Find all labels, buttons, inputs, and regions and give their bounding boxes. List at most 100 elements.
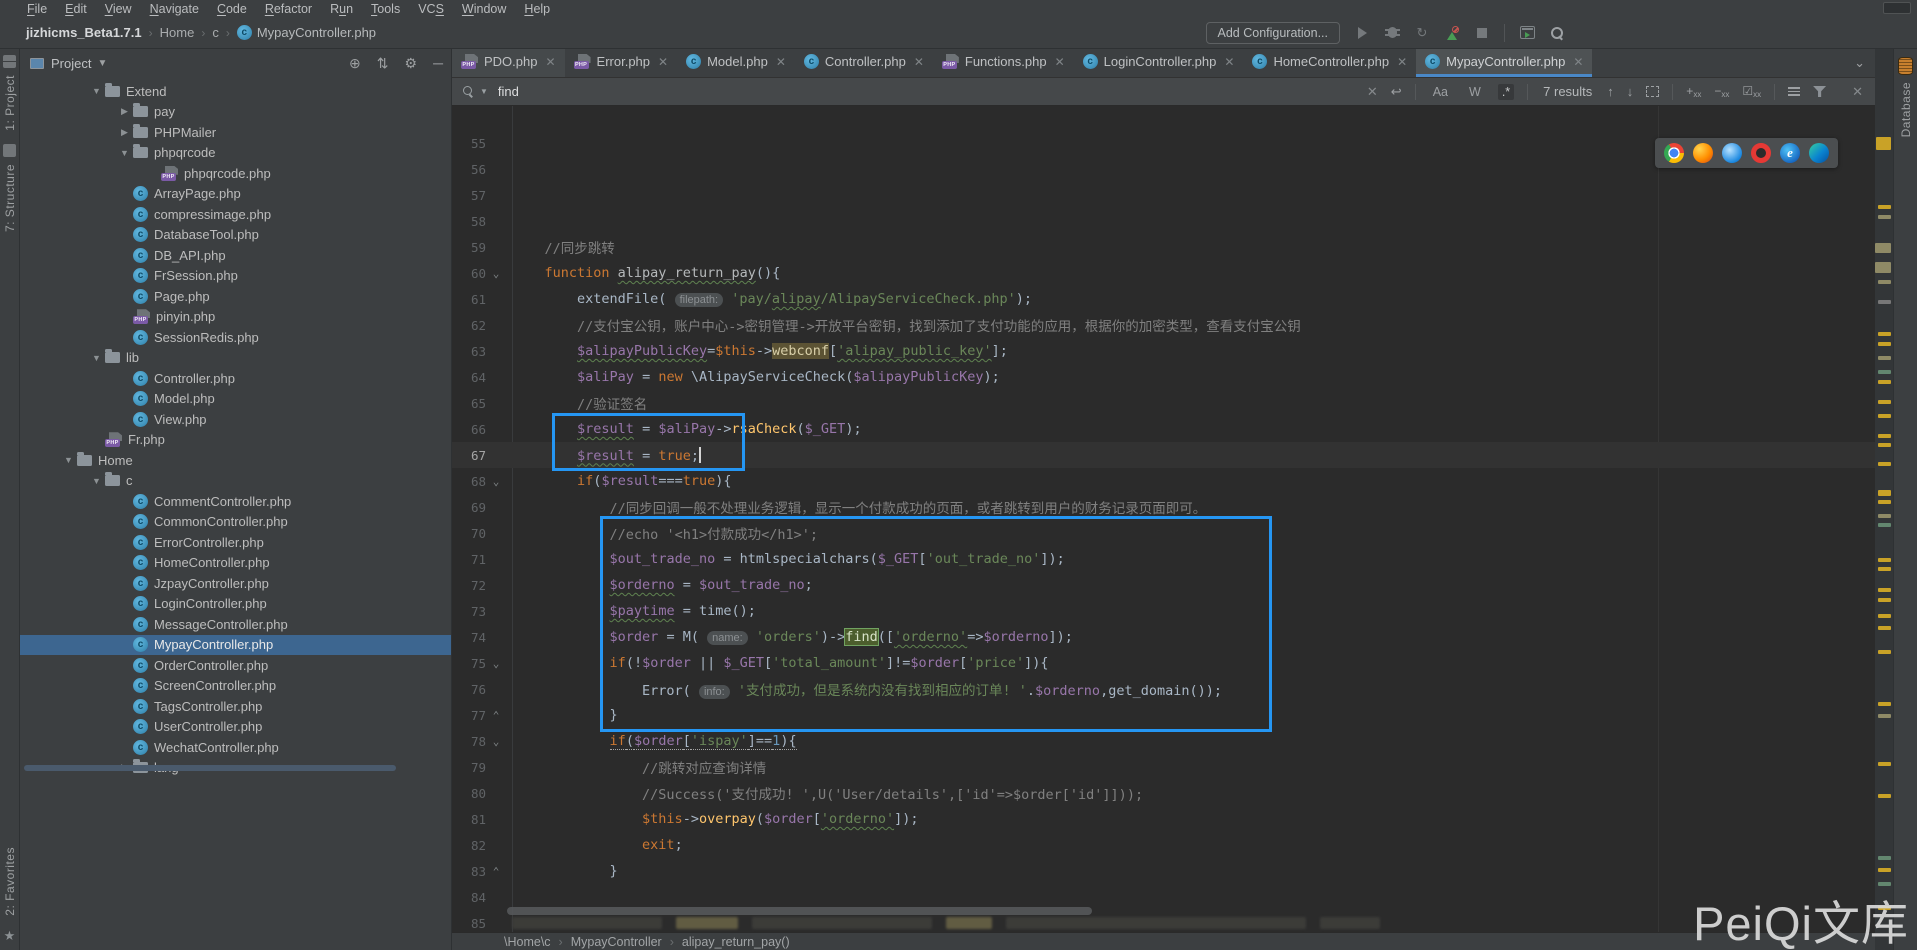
tree-item-MypayController.php[interactable]: cMypayController.php [20,635,451,656]
tree-item-SessionRedis.php[interactable]: cSessionRedis.php [20,327,451,348]
database-icon[interactable] [1898,57,1913,75]
breadcrumb-item-home[interactable]: Home [160,25,195,40]
tree-item-phpqrcode[interactable]: ▼phpqrcode [20,143,451,164]
tree-item-View.php[interactable]: cView.php [20,409,451,430]
previous-occurrence-icon[interactable]: ↑ [1607,84,1614,99]
tree-item-Controller.php[interactable]: cController.php [20,368,451,389]
opera-icon[interactable] [1751,143,1771,163]
next-occurrence-icon[interactable]: ↓ [1627,84,1634,99]
tool-tab-database[interactable]: Database [1899,82,1913,137]
project-panel-title[interactable]: Project [51,56,91,71]
breadcrumb-0[interactable]: \Home\c [504,935,551,949]
structure-tool-icon[interactable] [3,144,16,157]
tab-Error.php[interactable]: PHPError.php✕ [565,49,678,77]
chevron-down-icon[interactable]: ▼ [88,476,105,486]
fold-marker-icon[interactable]: ⌃ [486,709,506,722]
profiler-icon[interactable]: ↻ [1414,25,1430,41]
run-icon[interactable] [1354,25,1370,41]
close-icon[interactable]: ✕ [1224,55,1234,69]
tree-item-Fr.php[interactable]: PHPFr.php [20,430,451,451]
code-line-64[interactable]: 64 $aliPay = new \AlipayServiceCheck($al… [452,364,1875,390]
tool-tab-project[interactable]: 1: Project [3,75,17,131]
fold-marker-icon[interactable]: ⌄ [486,735,506,748]
close-icon[interactable]: ✕ [776,55,786,69]
breadcrumb-file[interactable]: c MypayController.php [237,25,376,40]
collapse-all-icon[interactable]: ⇅ [377,55,389,72]
code-line-63[interactable]: 63 $alipayPublicKey=$this->webconf['alip… [452,338,1875,364]
chrome-icon[interactable] [1664,143,1684,163]
editor-horizontal-scrollbar[interactable] [507,907,1092,915]
error-stripe[interactable] [1875,49,1893,950]
breadcrumb-item-c[interactable]: c [212,25,219,40]
code-line-68[interactable]: 68⌄ if($result===true){ [452,468,1875,494]
filter-funnel-icon[interactable] [1813,86,1826,97]
close-icon[interactable]: ✕ [1055,55,1065,69]
code-line-82[interactable]: 82 exit; [452,832,1875,858]
menu-item-help[interactable]: Help [515,2,559,16]
tree-item-CommentController.php[interactable]: cCommentController.php [20,491,451,512]
tree-item-phpqrcode.php[interactable]: PHPphpqrcode.php [20,163,451,184]
code-line-60[interactable]: 60⌄ function alipay_return_pay(){ [452,260,1875,286]
add-occurrence-icon[interactable]: +xx [1686,84,1701,99]
chevron-right-icon[interactable]: ▶ [116,106,133,117]
tree-item-lib[interactable]: ▼lib [20,348,451,369]
code-line-81[interactable]: 81 $this->overpay($order['orderno']); [452,806,1875,832]
tree-item-CommonController.php[interactable]: cCommonController.php [20,512,451,533]
code-editor[interactable]: 55 56 57 58 59 //同步跳转60⌄ function alipay… [452,106,1875,932]
project-tool-icon[interactable] [3,55,16,68]
tree-item-Extend[interactable]: ▼Extend [20,81,451,102]
locate-file-icon[interactable]: ⊕ [349,55,361,72]
tool-tab-favorites[interactable]: 2: Favorites [3,847,17,916]
tree-item-WechatController.php[interactable]: cWechatController.php [20,737,451,758]
tree-horizontal-scrollbar[interactable] [24,765,428,772]
tree-item-PHPMailer[interactable]: ▶PHPMailer [20,122,451,143]
filter-results-icon[interactable] [1788,87,1800,96]
fold-marker-icon[interactable]: ⌄ [486,475,506,488]
tree-item-OrderController.php[interactable]: cOrderController.php [20,655,451,676]
breadcrumb-1[interactable]: MypayController [571,935,662,949]
remove-occurrence-icon[interactable]: −xx [1714,84,1729,99]
stop-icon[interactable] [1474,25,1490,41]
tab-HomeController.php[interactable]: cHomeController.php✕ [1243,49,1416,77]
hide-panel-icon[interactable]: ─ [433,55,443,72]
menu-item-window[interactable]: Window [453,2,515,16]
window-control-button[interactable] [1883,2,1911,14]
menu-item-tools[interactable]: Tools [362,2,409,16]
tree-item-pinyin.php[interactable]: PHPpinyin.php [20,307,451,328]
search-in-selection-icon[interactable] [1646,86,1659,97]
tree-item-DB_API.php[interactable]: cDB_API.php [20,245,451,266]
tree-item-Model.php[interactable]: cModel.php [20,389,451,410]
tree-item-ArrayPage.php[interactable]: cArrayPage.php [20,184,451,205]
close-find-bar-icon[interactable]: ✕ [1852,84,1863,100]
favorites-star-icon[interactable]: ★ [4,928,16,944]
menu-item-file[interactable]: File [18,2,56,16]
attach-profiler-icon[interactable] [1444,25,1460,41]
firefox-icon[interactable] [1693,143,1713,163]
code-line-83[interactable]: 83⌃ } [452,858,1875,884]
menu-item-edit[interactable]: Edit [56,2,96,16]
menu-item-refactor[interactable]: Refactor [256,2,321,16]
regex-toggle[interactable]: .* [1498,84,1514,100]
tree-item-DatabaseTool.php[interactable]: cDatabaseTool.php [20,225,451,246]
find-input[interactable]: find [498,84,519,99]
tree-item-MessageController.php[interactable]: cMessageController.php [20,614,451,635]
tree-item-pay[interactable]: ▶pay [20,102,451,123]
tree-item-Home[interactable]: ▼Home [20,450,451,471]
whole-words-toggle[interactable]: W [1465,84,1485,100]
tree-item-UserController.php[interactable]: cUserController.php [20,717,451,738]
close-icon[interactable]: ✕ [545,55,555,69]
chevron-down-icon[interactable]: ▼ [97,58,107,69]
breadcrumb-project[interactable]: jizhicms_Beta1.7.1 [26,25,142,40]
tree-item-LoginController.php[interactable]: cLoginController.php [20,594,451,615]
tree-item-TagsController.php[interactable]: cTagsController.php [20,696,451,717]
tree-item-FrSession.php[interactable]: cFrSession.php [20,266,451,287]
tab-MypayController.php[interactable]: cMypayController.php✕ [1416,49,1592,77]
tree-item-c[interactable]: ▼c [20,471,451,492]
code-line-58[interactable]: 58 [452,208,1875,234]
debug-icon[interactable] [1384,25,1400,41]
run-window-icon[interactable] [1519,25,1535,41]
fold-marker-icon[interactable]: ⌄ [486,657,506,670]
fold-marker-icon[interactable]: ⌃ [486,865,506,878]
menu-item-navigate[interactable]: Navigate [141,2,208,16]
newline-icon[interactable]: ↩ [1391,84,1402,100]
